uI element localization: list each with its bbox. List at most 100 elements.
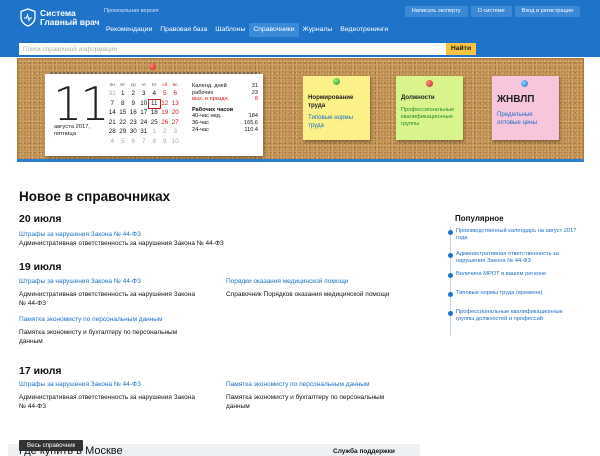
calendar-day-cell[interactable]: 19 (160, 109, 171, 118)
calendar-day-cell[interactable]: 6 (170, 90, 181, 99)
calendar-day-cell[interactable]: 10 (170, 138, 181, 147)
weekday-header: ср (130, 83, 136, 88)
calendar-day-cell[interactable]: 13 (170, 100, 181, 109)
pushpin-red-icon (149, 63, 156, 70)
calendar-day-cell[interactable]: 3 (170, 128, 181, 137)
note-labor-norms[interactable]: Нормирование труда Типовые нормы труда (303, 76, 370, 140)
calendar-day-cell[interactable]: 31 (107, 90, 118, 99)
nav-templates[interactable]: Шаблоны (211, 23, 249, 37)
calendar-day-cell[interactable]: 12 (160, 100, 171, 109)
calendar-day-cell[interactable]: 28 (107, 128, 118, 137)
note-labor-norms-link[interactable]: Типовые нормы труда (308, 114, 365, 129)
link-personal-data-memo[interactable]: Памятка экономисту по персональным данны… (226, 381, 369, 389)
note-vital-drugs-link[interactable]: Предельные оптовые цены (497, 111, 554, 126)
link-fines-44fz[interactable]: Штрафы за нарушения Закона № 44-ФЗ (19, 278, 141, 286)
calendar-day-cell[interactable]: 7 (107, 100, 118, 109)
nav-journals[interactable]: Журналы (299, 23, 337, 37)
calendar-day-cell[interactable]: 3 (139, 90, 150, 99)
logo[interactable]: Система Главный врач (20, 8, 100, 27)
ask-expert-button[interactable]: Написать эксперту (404, 6, 468, 17)
calendar-day-cell[interactable]: 22 (118, 119, 129, 128)
page-title: Новое в справочниках (19, 189, 171, 204)
calendar-day-cell[interactable]: 1 (118, 90, 129, 99)
calendar-day-cell[interactable]: 6 (128, 138, 139, 147)
calendar-day-cell[interactable]: 9 (160, 138, 171, 147)
popular-item[interactable]: Величина МРОТ в вашем регионе (448, 271, 578, 278)
calendar-day-cell[interactable]: 20 (170, 109, 181, 118)
pushpin-blue-icon (521, 80, 528, 87)
header: Система Главный врач Промоальная версия … (0, 0, 600, 42)
date-heading-19: 19 июля (19, 261, 62, 273)
nav-video-trainings[interactable]: Видеотренинги (336, 23, 392, 37)
calendar-day-cell[interactable]: 24 (139, 119, 150, 128)
about-system-button[interactable]: О системе (470, 6, 512, 17)
calendar-day-cell[interactable]: 30 (128, 128, 139, 137)
weekday-header: пт (151, 83, 157, 88)
calendar-month-grid: пн вт ср чт пт сб вс 31 1 2 3 4 5 6 7 8 9 10 11 12 13 14 15 16 1… (107, 83, 181, 146)
nav-legal-base[interactable]: Правовая база (156, 23, 211, 37)
popular-item[interactable]: Административная ответственность за нару… (448, 251, 578, 265)
calendar-day-cell[interactable]: 16 (128, 109, 139, 118)
calendar-date-line1: августа 2017, (54, 124, 91, 130)
calendar-day-cell[interactable]: 4 (107, 138, 118, 147)
off-days-value: 8 (254, 96, 258, 103)
calendar-day-cell[interactable]: 21 (107, 119, 118, 128)
calendar-day-cell[interactable]: 5 (160, 90, 171, 99)
nav-recommendations[interactable]: Рекомендации (102, 23, 156, 37)
calendar-day-cell[interactable]: 23 (128, 119, 139, 128)
weekday-header: пн (109, 83, 115, 88)
calendar-day-cell[interactable]: 31 (139, 128, 150, 137)
support-service-label[interactable]: Служба поддержки (333, 448, 395, 455)
weekday-header: вт (120, 83, 126, 88)
calendar-info: Календ. дней 31 рабочих 23 вых. и праздн. 8… (192, 83, 258, 133)
popular-item[interactable]: Производственный календарь на август 201… (448, 228, 578, 242)
popular-item[interactable]: Профессиональные квалификационные группы… (448, 309, 578, 323)
header-buttons: Написать эксперту О системе Вход и регис… (404, 6, 580, 17)
link-fines-44fz[interactable]: Штрафы за нарушения Закона № 44-ФЗ (19, 381, 141, 389)
calendar-day-cell[interactable]: 8 (149, 138, 160, 147)
calendar-day-cell[interactable]: 29 (118, 128, 129, 137)
calendar-day-cell[interactable]: 26 (160, 119, 171, 128)
calendar-widget[interactable]: 11 августа 2017, пятница пн вт ср чт пт сб вс 3… (45, 70, 263, 156)
calendar-day-cell[interactable]: 1 (149, 128, 160, 137)
calendar-day-cell[interactable]: 15 (118, 109, 129, 118)
desc-care-procedures: Справочник Порядков оказания медицинской… (226, 291, 390, 298)
search-input[interactable] (19, 43, 446, 55)
search-bar: Найти (0, 42, 600, 57)
login-register-button[interactable]: Вход и регистрация (514, 6, 580, 17)
calendar-day-cell[interactable]: 5 (118, 138, 129, 147)
search-button[interactable]: Найти (446, 43, 476, 55)
link-fines-44fz[interactable]: Штрафы за нарушения Закона № 44-ФЗ (19, 231, 141, 239)
weekday-header: чт (141, 83, 147, 88)
off-days-label: вых. и праздн. (192, 96, 230, 103)
calendar-day-cell[interactable]: 4 (149, 90, 160, 99)
work-days-value: 23 (251, 89, 258, 96)
pushpin-green-icon (333, 78, 340, 85)
calendar-day-cell[interactable]: 25 (149, 119, 160, 128)
main-nav: Рекомендации Правовая база Шаблоны Справ… (102, 23, 392, 37)
link-care-procedures[interactable]: Порядки оказания медицинской помощи (226, 278, 348, 286)
calendar-day-cell[interactable]: 10 (139, 100, 150, 109)
h36-label: 36-час (192, 119, 209, 126)
h24-value: 110.4 (244, 126, 258, 133)
all-directory-button[interactable]: Весь справочник (19, 440, 84, 451)
note-positions-link[interactable]: Профессиональные квалификационные группы (401, 107, 458, 128)
desc-personal-data-memo: Памятка экономисту и бухгалтеру по персо… (19, 329, 178, 345)
calendar-day-cell[interactable]: 27 (170, 119, 181, 128)
promo-version-label: Промоальная версия (104, 8, 159, 14)
note-positions-title: Должности (401, 94, 435, 101)
calendar-day-cell[interactable]: 2 (128, 90, 139, 99)
calendar-day-cell[interactable]: 18 (149, 109, 160, 118)
calendar-day-cell[interactable]: 9 (128, 100, 139, 109)
popular-item[interactable]: Типовые нормы труда (времени) (448, 290, 578, 297)
calendar-day-cell[interactable]: 2 (160, 128, 171, 137)
nav-directories[interactable]: Справочники (249, 23, 299, 37)
calendar-day-cell[interactable]: 8 (118, 100, 129, 109)
calendar-day-cell[interactable]: 14 (107, 109, 118, 118)
h36-value: 165.6 (244, 119, 258, 126)
calendar-day-cell[interactable]: 17 (139, 109, 150, 118)
link-personal-data-memo[interactable]: Памятка экономисту по персональным данны… (19, 316, 162, 324)
calendar-day-cell[interactable]: 7 (139, 138, 150, 147)
work-days-label: рабочих (192, 89, 214, 96)
calendar-day-cell[interactable]: 11 (148, 98, 161, 109)
